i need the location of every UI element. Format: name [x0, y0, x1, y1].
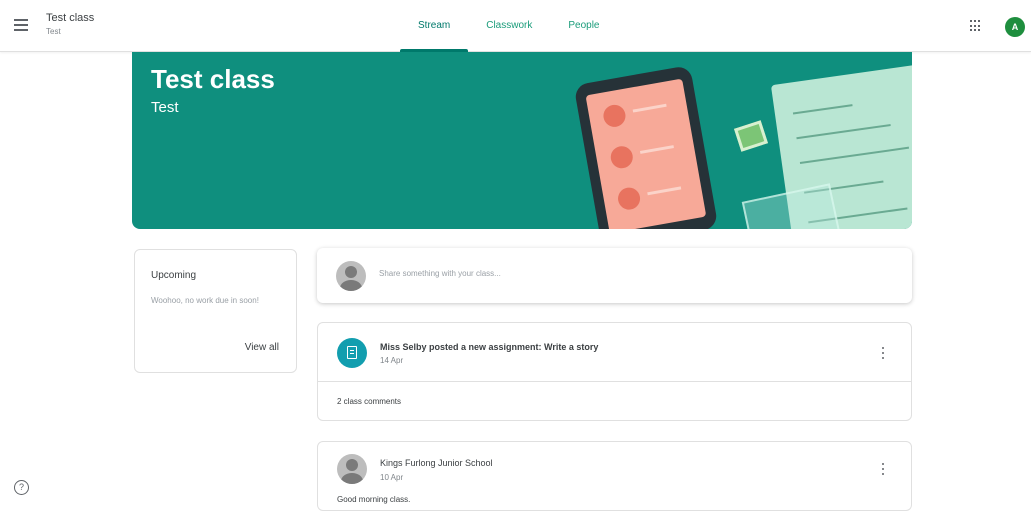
- menu-icon[interactable]: [12, 16, 30, 34]
- assignment-icon: [337, 338, 367, 368]
- upcoming-card: Upcoming Woohoo, no work due in soon! Vi…: [134, 249, 297, 373]
- post-author: Kings Furlong Junior School: [380, 458, 493, 468]
- share-box[interactable]: Share something with your class...: [317, 248, 912, 303]
- account-avatar[interactable]: A: [1005, 17, 1025, 37]
- post-divider: [318, 381, 911, 382]
- top-bar: Test class Test Stream Classwork People …: [0, 0, 1031, 52]
- upcoming-body: Woohoo, no work due in soon!: [151, 296, 259, 305]
- view-all-link[interactable]: View all: [245, 342, 279, 353]
- post-date: 14 Apr: [380, 356, 404, 365]
- upcoming-title: Upcoming: [151, 270, 197, 281]
- tab-people[interactable]: People: [550, 0, 617, 52]
- more-options-icon[interactable]: [881, 463, 885, 477]
- banner-subtitle: Test: [151, 99, 179, 116]
- announcement-post: Kings Furlong Junior School 10 Apr Good …: [317, 441, 912, 511]
- post-body: Good morning class.: [337, 495, 411, 504]
- glass-illustration: [741, 183, 843, 229]
- tab-classwork[interactable]: Classwork: [468, 0, 550, 52]
- tab-bar: Stream Classwork People: [400, 0, 618, 52]
- header-class-section: Test: [46, 27, 61, 36]
- class-comments-link[interactable]: 2 class comments: [337, 397, 401, 406]
- author-avatar: [337, 454, 367, 484]
- photo-illustration: [733, 120, 769, 152]
- tab-stream[interactable]: Stream: [400, 0, 469, 52]
- post-date: 10 Apr: [380, 473, 404, 482]
- class-banner: Test class Test: [132, 52, 912, 229]
- banner-title: Test class: [151, 64, 275, 94]
- help-icon[interactable]: ?: [14, 480, 29, 495]
- phone-illustration: [573, 65, 719, 229]
- share-placeholder[interactable]: Share something with your class...: [379, 269, 501, 278]
- grid-icon[interactable]: [970, 20, 982, 32]
- assignment-post: Miss Selby posted a new assignment: Writ…: [317, 322, 912, 421]
- user-avatar: [336, 261, 366, 291]
- post-title[interactable]: Miss Selby posted a new assignment: Writ…: [380, 342, 598, 352]
- header-class-name[interactable]: Test class: [46, 12, 94, 24]
- more-options-icon[interactable]: [881, 347, 885, 361]
